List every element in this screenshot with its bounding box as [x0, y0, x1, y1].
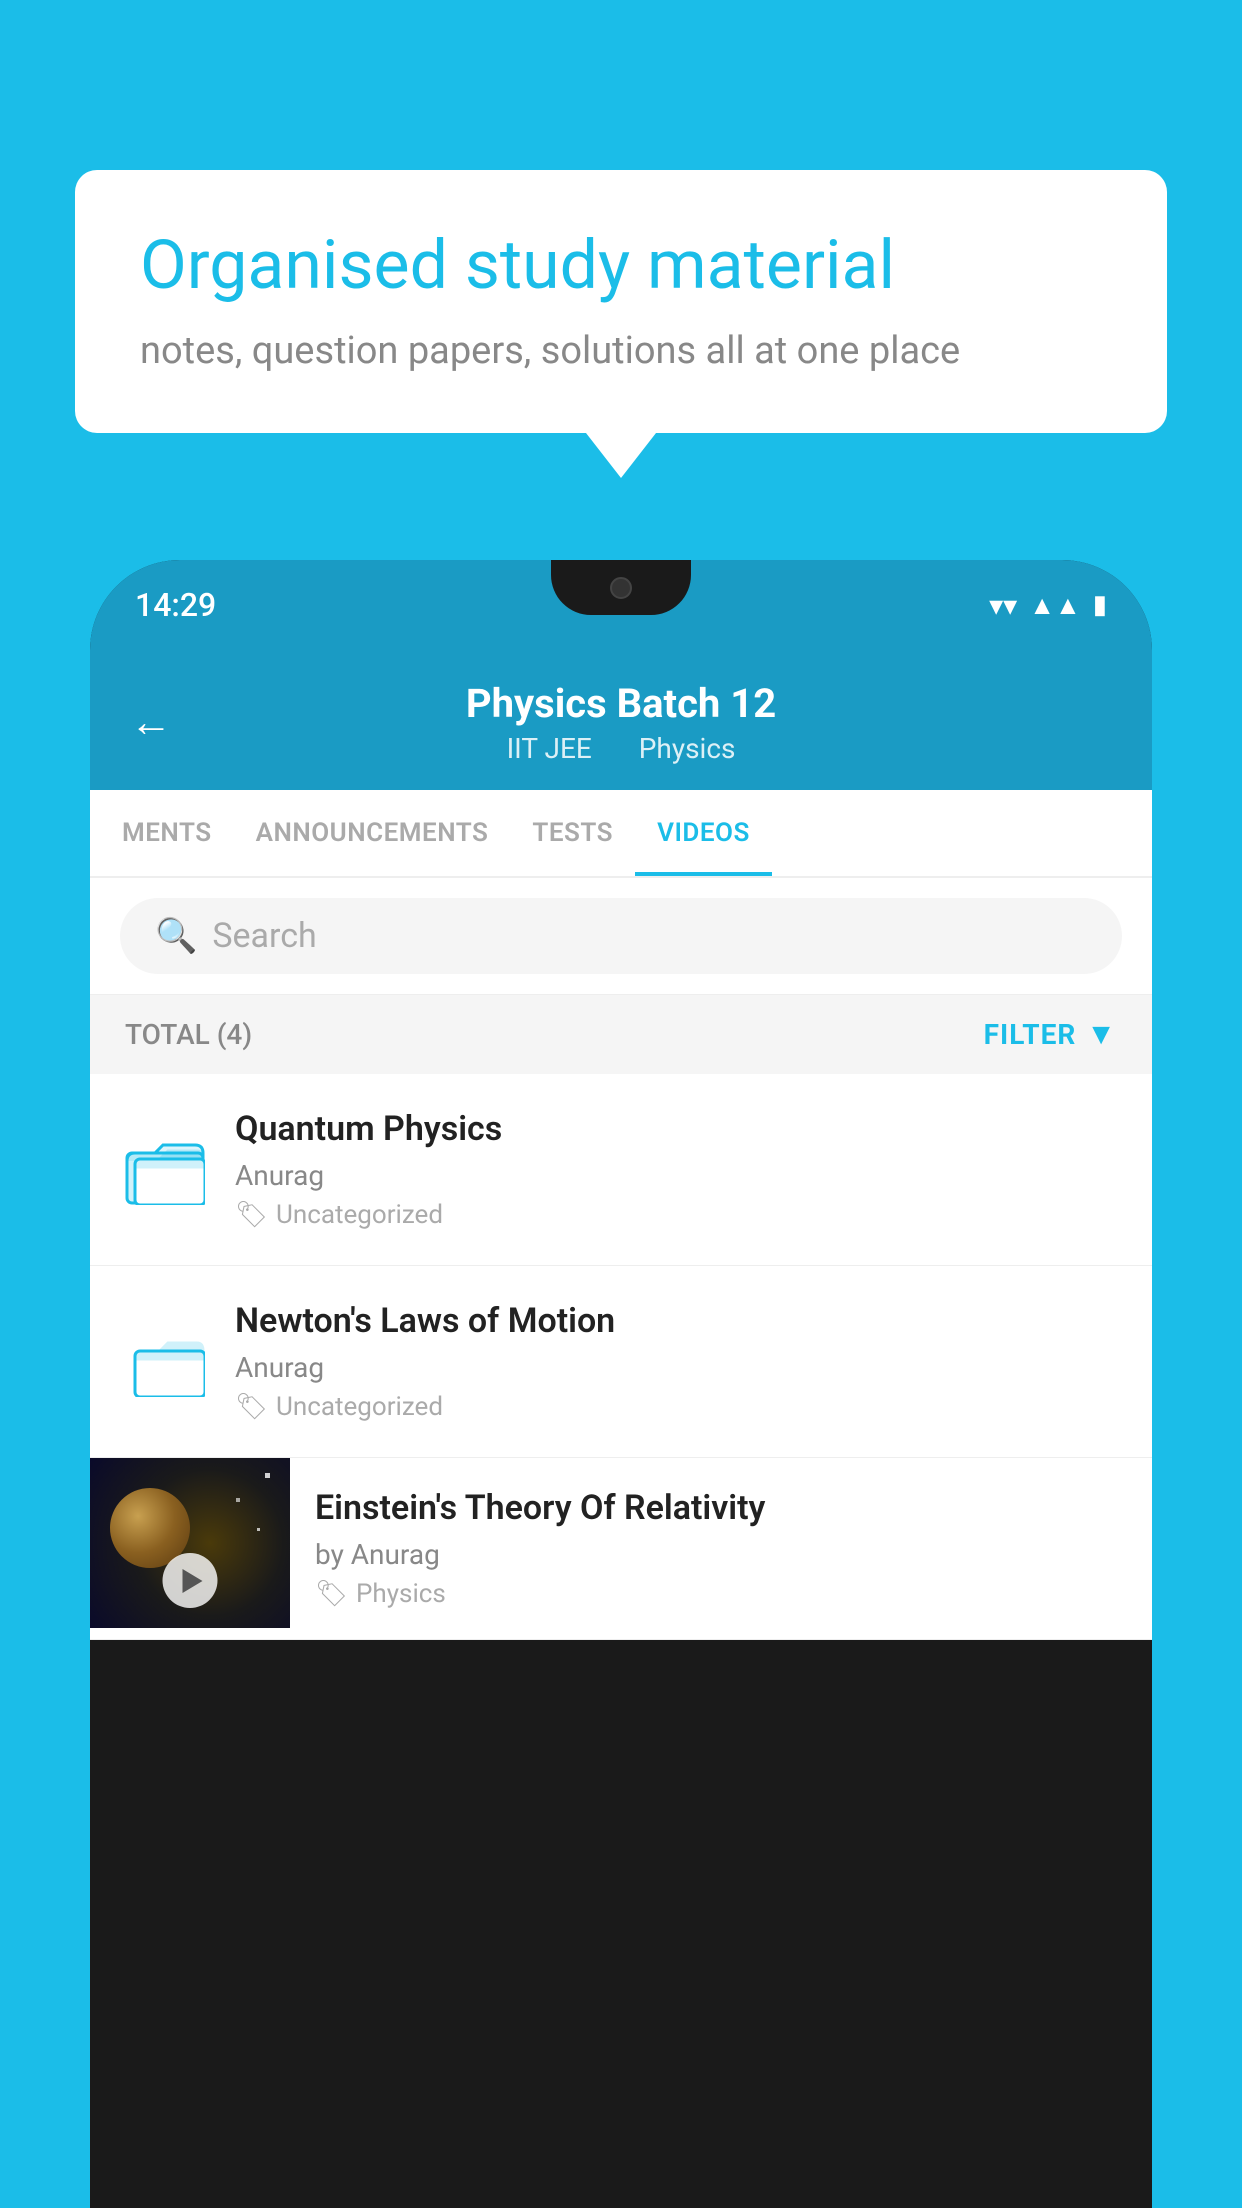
filter-funnel-icon: ▼ [1086, 1017, 1117, 1052]
speech-bubble-section: Organised study material notes, question… [75, 170, 1167, 478]
battery-icon: ▮ [1093, 590, 1107, 620]
video-title-1: Quantum Physics [235, 1109, 1122, 1149]
back-button[interactable]: ← [130, 698, 172, 747]
video-item-newton[interactable]: Newton's Laws of Motion Anurag 🏷 Uncateg… [90, 1266, 1152, 1458]
search-icon: 🔍 [155, 916, 197, 956]
video-author-2: Anurag [235, 1351, 1122, 1384]
video-author-1: Anurag [235, 1159, 1122, 1192]
play-button[interactable] [163, 1553, 218, 1608]
speech-bubble-arrow [586, 433, 656, 478]
batch-title: Physics Batch 12 [466, 680, 776, 727]
einstein-category: 🏷 Physics [315, 1579, 1127, 1609]
filter-label: FILTER [984, 1018, 1077, 1051]
total-count: TOTAL (4) [125, 1018, 252, 1051]
signal-icon: ▲▲ [1029, 590, 1080, 621]
header-center: Physics Batch 12 IIT JEE Physics [466, 680, 776, 765]
speech-bubble-title: Organised study material [140, 225, 1102, 307]
search-bar-container: 🔍 Search [90, 878, 1152, 995]
filter-row: TOTAL (4) FILTER ▼ [90, 995, 1152, 1074]
tab-announcements[interactable]: ANNOUNCEMENTS [234, 790, 511, 876]
tag-icon-2: 🏷 [235, 1392, 268, 1422]
einstein-title: Einstein's Theory Of Relativity [315, 1488, 1127, 1528]
video-title-2: Newton's Laws of Motion [235, 1301, 1122, 1341]
tab-tests[interactable]: TESTS [510, 790, 635, 876]
speech-bubble-subtitle: notes, question papers, solutions all at… [140, 329, 1102, 373]
video-folder-icon-2 [120, 1317, 210, 1407]
speech-bubble-card: Organised study material notes, question… [75, 170, 1167, 433]
wifi-icon: ▾▾ [989, 589, 1017, 622]
video-info-1: Quantum Physics Anurag 🏷 Uncategorized [235, 1109, 1122, 1230]
phone-notch [551, 560, 691, 615]
status-bar: 14:29 ▾▾ ▲▲ ▮ [90, 560, 1152, 650]
status-icons: ▾▾ ▲▲ ▮ [989, 589, 1107, 622]
einstein-author: by Anurag [315, 1538, 1127, 1571]
search-input-wrapper[interactable]: 🔍 Search [120, 898, 1122, 974]
video-category-2: 🏷 Uncategorized [235, 1392, 1122, 1422]
video-list: Quantum Physics Anurag 🏷 Uncategorized N… [90, 1074, 1152, 1640]
tab-ments[interactable]: MENTS [100, 790, 234, 876]
tabs-bar: MENTS ANNOUNCEMENTS TESTS VIDEOS [90, 790, 1152, 878]
video-item-quantum[interactable]: Quantum Physics Anurag 🏷 Uncategorized [90, 1074, 1152, 1266]
einstein-info: Einstein's Theory Of Relativity by Anura… [290, 1458, 1152, 1639]
status-time: 14:29 [135, 586, 216, 624]
camera-icon [610, 577, 632, 599]
tag-icon-1: 🏷 [235, 1200, 268, 1230]
phone-frame: 14:29 ▾▾ ▲▲ ▮ ← Physics Batch 12 IIT JEE… [90, 560, 1152, 2208]
video-item-einstein[interactable]: Einstein's Theory Of Relativity by Anura… [90, 1458, 1152, 1640]
play-triangle-icon [182, 1569, 202, 1593]
video-category-1: 🏷 Uncategorized [235, 1200, 1122, 1230]
video-info-2: Newton's Laws of Motion Anurag 🏷 Uncateg… [235, 1301, 1122, 1422]
einstein-thumbnail [90, 1458, 290, 1628]
video-folder-icon-1 [120, 1125, 210, 1215]
subtitle-physics: Physics [639, 732, 736, 765]
filter-button[interactable]: FILTER ▼ [984, 1017, 1117, 1052]
subtitle-iitjee: IIT JEE [507, 732, 592, 765]
tag-icon-3: 🏷 [315, 1579, 348, 1609]
app-header: ← Physics Batch 12 IIT JEE Physics [90, 650, 1152, 790]
tab-videos[interactable]: VIDEOS [635, 790, 772, 876]
batch-subtitle: IIT JEE Physics [466, 732, 776, 765]
search-input[interactable]: Search [212, 916, 316, 956]
